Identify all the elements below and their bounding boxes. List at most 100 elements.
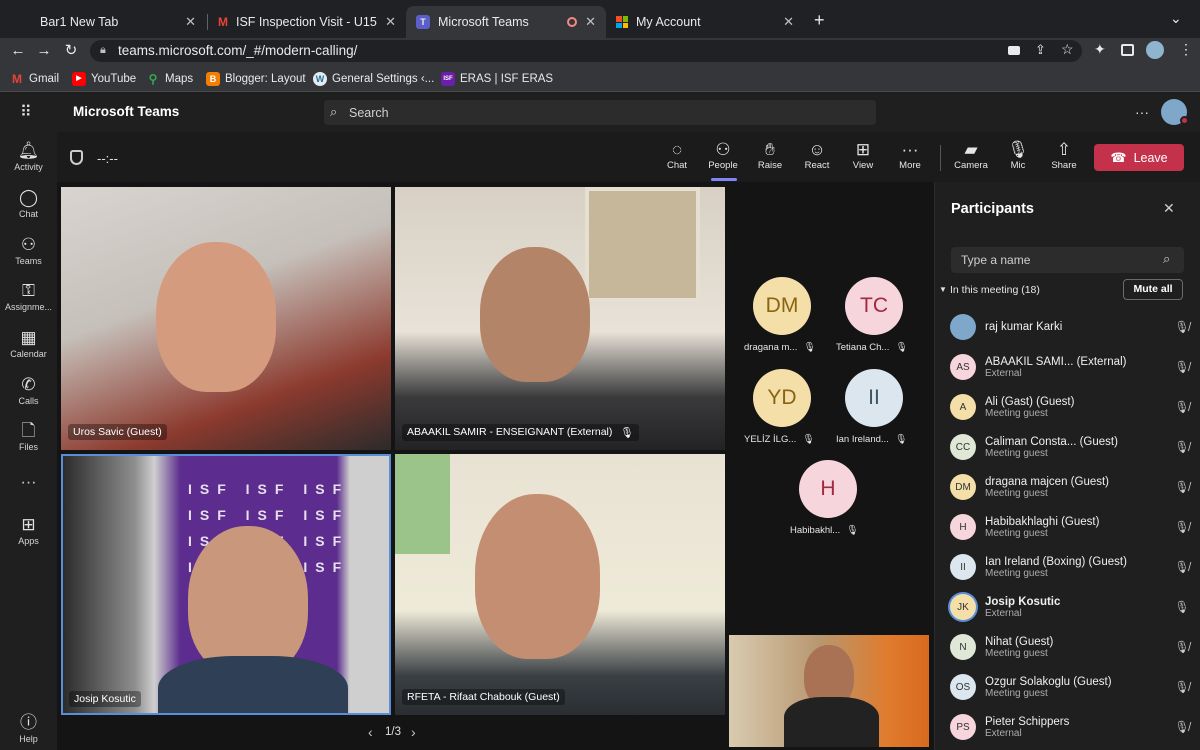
avatar-name-row: dragana m... 🎙︎ xyxy=(744,342,815,353)
view-button[interactable]: ⊞ View xyxy=(840,140,886,171)
bookmark-maps[interactable]: ⚲ Maps xyxy=(146,70,194,88)
forward-icon[interactable]: → xyxy=(34,41,54,61)
extensions-icon[interactable]: ✦ xyxy=(1094,41,1106,58)
more-button[interactable]: ··· More xyxy=(887,140,933,171)
bookmark-star-icon[interactable]: ☆ xyxy=(1061,41,1074,58)
close-tab-icon[interactable]: ✕ xyxy=(783,14,794,30)
rail-help[interactable]: ⓘ Help xyxy=(0,712,57,744)
url-text[interactable]: teams.microsoft.com/_#/modern-calling/ xyxy=(118,43,357,58)
react-button[interactable]: ☺︎ React xyxy=(794,140,840,171)
mic-off-icon[interactable]: 🎙︎̸ xyxy=(1174,520,1190,534)
mic-on-icon[interactable]: 🎙︎ xyxy=(1174,600,1190,614)
participant-row[interactable]: AS ABAAKIL SAMI... (External) External 🎙︎̸ xyxy=(950,347,1190,387)
bookmark-wordpress[interactable]: W General Settings ‹... xyxy=(313,70,434,88)
mic-off-icon[interactable]: 🎙︎̸ xyxy=(1174,480,1190,494)
profile-avatar[interactable] xyxy=(1146,41,1164,59)
close-icon[interactable]: ✕ xyxy=(1163,200,1175,217)
app-launcher-icon[interactable]: ⠿ xyxy=(20,102,33,122)
section-label[interactable]: In this meeting (18) xyxy=(950,284,1040,296)
mic-off-icon[interactable]: 🎙︎̸ xyxy=(1174,320,1190,334)
bookmark-label: Gmail xyxy=(29,73,60,85)
browser-tab[interactable]: M ISF Inspection Visit - U15 Gym ✕ xyxy=(208,6,406,38)
bookmark-eras[interactable]: ISF ERAS | ISF ERAS xyxy=(441,70,553,88)
browser-menu-icon[interactable]: ⋮ xyxy=(1179,41,1193,58)
bookmark-blogger[interactable]: B Blogger: Layout xyxy=(206,70,306,88)
participant-row[interactable]: H Habibakhlaghi (Guest) Meeting guest 🎙︎̸ xyxy=(950,507,1190,547)
participant-row[interactable]: CC Caliman Consta... (Guest) Meeting guest… xyxy=(950,427,1190,467)
side-panel-icon[interactable] xyxy=(1121,44,1134,56)
browser-tab[interactable]: Bar1 New Tab ✕ xyxy=(8,6,206,38)
mic-off-icon[interactable]: 🎙︎̸ xyxy=(1174,680,1190,694)
leave-button[interactable]: ☎︎ Leave xyxy=(1094,144,1184,171)
bookmark-youtube[interactable]: ▶ YouTube xyxy=(72,70,136,88)
lock-icon[interactable]: 🔒︎ xyxy=(100,44,106,57)
mic-off-icon[interactable]: 🎙︎̸ xyxy=(1174,720,1190,734)
participant-row[interactable]: PS Pieter Schippers External 🎙︎̸ xyxy=(950,707,1190,747)
assignments-icon: ⚿ xyxy=(22,281,35,300)
share-button[interactable]: ⇧ Share xyxy=(1041,140,1087,171)
more-options-icon[interactable]: ··· xyxy=(1135,104,1149,120)
rail-more-icon[interactable]: ··· xyxy=(0,474,57,492)
participant-row[interactable]: OS Ozgur Solakoglu (Guest) Meeting guest 🎙︎… xyxy=(950,667,1190,707)
participant-row[interactable]: JK Josip Kosutic External 🎙︎ xyxy=(950,587,1190,627)
avatar-tile[interactable]: H xyxy=(799,460,857,518)
avatar-name: Tetiana Ch... xyxy=(836,342,890,353)
video-tile[interactable]: ABAAKIL SAMIR - ENSEIGNANT (External) 🎙︎ xyxy=(395,187,725,450)
rail-calendar[interactable]: ▦ Calendar xyxy=(0,327,57,359)
video-tile[interactable]: RFETA - Rifaat Chabouk (Guest) xyxy=(395,454,725,715)
close-tab-icon[interactable]: ✕ xyxy=(585,14,596,30)
people-button[interactable]: ⚇ People xyxy=(700,140,746,171)
avatar-tile[interactable]: II xyxy=(845,369,903,427)
participant-role: Meeting guest xyxy=(985,407,1048,419)
next-page-icon[interactable]: › xyxy=(411,724,416,740)
leave-label: Leave xyxy=(1133,150,1168,165)
mic-off-icon[interactable]: 🎙︎̸ xyxy=(1174,640,1190,654)
mic-button[interactable]: 🎙︎ Mic xyxy=(995,140,1041,171)
participant-row[interactable]: N Nihat (Guest) Meeting guest 🎙︎̸ xyxy=(950,627,1190,667)
close-tab-icon[interactable]: ✕ xyxy=(385,14,396,30)
participant-row[interactable]: raj kumar Karki 🎙︎̸ xyxy=(950,307,1190,347)
mic-off-icon[interactable]: 🎙︎̸ xyxy=(1174,560,1190,574)
mic-off-icon[interactable]: 🎙︎̸ xyxy=(1174,400,1190,414)
back-icon[interactable]: ← xyxy=(8,41,28,61)
avatar-tile[interactable]: YD xyxy=(753,369,811,427)
shield-icon[interactable] xyxy=(70,150,83,165)
share-page-icon[interactable]: ⇪ xyxy=(1035,42,1046,58)
participant-row[interactable]: A Ali (Gast) (Guest) Meeting guest 🎙︎̸ xyxy=(950,387,1190,427)
new-tab-icon[interactable]: + xyxy=(814,10,825,31)
tab-title: My Account xyxy=(636,15,701,29)
close-tab-icon[interactable]: ✕ xyxy=(185,14,196,30)
participant-avatar xyxy=(950,314,976,340)
bookmark-gmail[interactable]: M Gmail xyxy=(10,70,59,88)
mute-all-button[interactable]: Mute all xyxy=(1123,279,1183,300)
camera-button[interactable]: ▰ Camera xyxy=(948,140,994,171)
rail-label: Files xyxy=(18,442,38,452)
browser-tab-active[interactable]: T Microsoft Teams ✕ xyxy=(406,6,606,38)
participant-row[interactable]: II Ian Ireland (Boxing) (Guest) Meeting gu… xyxy=(950,547,1190,587)
rail-chat[interactable]: ◯ Chat xyxy=(0,187,57,219)
raise-hand-button[interactable]: ✋︎ Raise xyxy=(747,140,793,171)
tab-search-icon[interactable]: ⌄ xyxy=(1170,10,1182,27)
rail-apps[interactable]: ⊞ Apps xyxy=(0,514,57,546)
presence-busy-icon xyxy=(1180,116,1189,125)
participant-row[interactable]: DM dragana majcen (Guest) Meeting guest 🎙︎̸ xyxy=(950,467,1190,507)
avatar-tile[interactable]: TC xyxy=(845,277,903,335)
previous-page-icon[interactable]: ‹ xyxy=(368,724,373,740)
video-tile[interactable]: Uros Savic (Guest) xyxy=(61,187,391,450)
rail-assignments[interactable]: ⚿ Assignme... xyxy=(0,280,57,312)
mic-off-icon[interactable]: 🎙︎̸ xyxy=(1174,360,1190,374)
mic-off-icon[interactable]: 🎙︎̸ xyxy=(1174,440,1190,454)
self-view-video[interactable] xyxy=(729,635,929,747)
avatar-tile[interactable]: DM xyxy=(753,277,811,335)
search-box[interactable] xyxy=(324,100,876,125)
rail-files[interactable]: 🗋︎ Files xyxy=(0,420,57,452)
rail-calls[interactable]: ✆ Calls xyxy=(0,374,57,406)
rail-teams[interactable]: ⚇ Teams xyxy=(0,234,57,266)
chat-button[interactable]: ◌ Chat xyxy=(654,140,700,171)
browser-tab[interactable]: My Account ✕ xyxy=(606,6,804,38)
rail-activity[interactable]: 🔔︎ Activity xyxy=(0,140,57,172)
caret-down-icon[interactable]: ▼ xyxy=(939,285,947,294)
video-tile-active-speaker[interactable]: ISF ISF ISFISF ISF ISFISF ISF ISFISF ISF… xyxy=(61,454,391,715)
camera-in-use-icon[interactable] xyxy=(1008,46,1020,55)
reload-icon[interactable]: ↻ xyxy=(61,41,81,61)
